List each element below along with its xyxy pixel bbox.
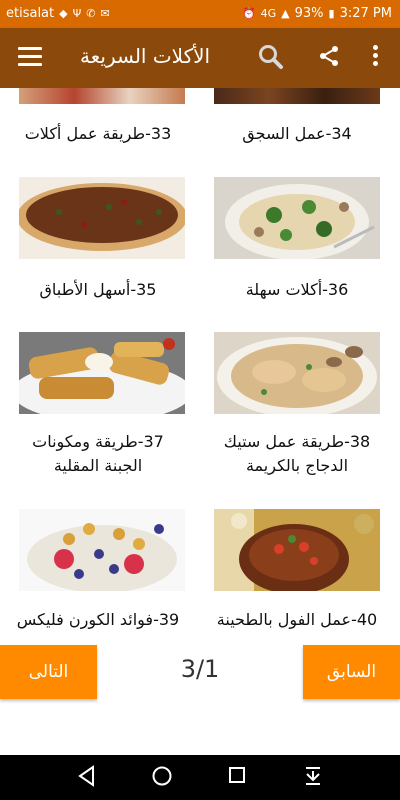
network-label: 4G: [260, 7, 277, 20]
recents-icon[interactable]: [228, 765, 246, 787]
share-icon[interactable]: [317, 44, 341, 68]
list-item-title[interactable]: 40-عمل الفول بالطحينة: [207, 608, 387, 632]
food-image[interactable]: [214, 509, 380, 591]
list-item-title[interactable]: 35-أسهل الأطباق: [8, 278, 188, 302]
food-image[interactable]: [19, 509, 185, 591]
list-item-title[interactable]: 33-طريقة عمل أكلات: [8, 122, 188, 146]
food-image[interactable]: [19, 177, 185, 259]
list-item-title[interactable]: 36-أكلات سهلة: [207, 278, 387, 302]
partial-thumb[interactable]: [19, 88, 185, 104]
more-icon[interactable]: [370, 45, 380, 69]
system-nav-bar: [0, 755, 400, 800]
battery-label: 93%: [294, 6, 324, 21]
previous-button[interactable]: السابق: [303, 645, 400, 699]
signal-icon: ▲: [281, 7, 290, 20]
menu-icon[interactable]: [18, 47, 42, 67]
food-image[interactable]: [214, 332, 380, 414]
alarm-icon: ⏰: [241, 7, 256, 20]
list-item-title[interactable]: 39-فوائد الكورن فليكس: [8, 608, 188, 632]
recipe-list: 34-عمل السجق 33-طريقة عمل أكلات 36-أكلات…: [0, 88, 400, 643]
list-item-title[interactable]: 38-طريقة عمل ستيك الدجاج بالكريمة: [207, 430, 387, 478]
battery-icon: ▮: [328, 7, 335, 20]
pagination-bar: التالى 3/1 السابق: [0, 643, 400, 755]
partial-thumb[interactable]: [214, 88, 380, 104]
shield-icon: ◆: [59, 7, 68, 20]
search-icon[interactable]: [258, 44, 284, 70]
app-bar: الأكلات السريعة: [0, 28, 400, 88]
list-item-title[interactable]: 34-عمل السجق: [207, 122, 387, 146]
list-item-title[interactable]: 37-طريقة ومكونات الجبنة المقلية: [8, 430, 188, 478]
list-item-title-line: 37-طريقة ومكونات: [32, 432, 164, 451]
usb-icon: Ψ: [72, 7, 82, 20]
phone-icon: ✆: [86, 7, 96, 20]
page-title: الأكلات السريعة: [80, 44, 211, 68]
list-item-title-line: الجبنة المقلية: [53, 456, 143, 475]
carrier-label: etisalat: [6, 6, 55, 21]
next-button[interactable]: التالى: [0, 645, 97, 699]
food-image[interactable]: [19, 332, 185, 414]
status-bar: etisalat ◆ Ψ ✆ ✉ ⏰ 4G ▲ 93% ▮ 3:27 PM: [0, 0, 400, 28]
list-item-title-line: 38-طريقة عمل ستيك: [223, 432, 371, 451]
food-image[interactable]: [214, 177, 380, 259]
home-icon[interactable]: [151, 765, 173, 787]
time-label: 3:27 PM: [339, 6, 392, 21]
mail-icon: ✉: [100, 7, 110, 20]
page-indicator: 3/1: [180, 655, 220, 683]
list-item-title-line: الدجاج بالكريمة: [245, 456, 349, 475]
back-icon[interactable]: [77, 765, 97, 787]
notification-pull-icon[interactable]: [303, 765, 323, 787]
